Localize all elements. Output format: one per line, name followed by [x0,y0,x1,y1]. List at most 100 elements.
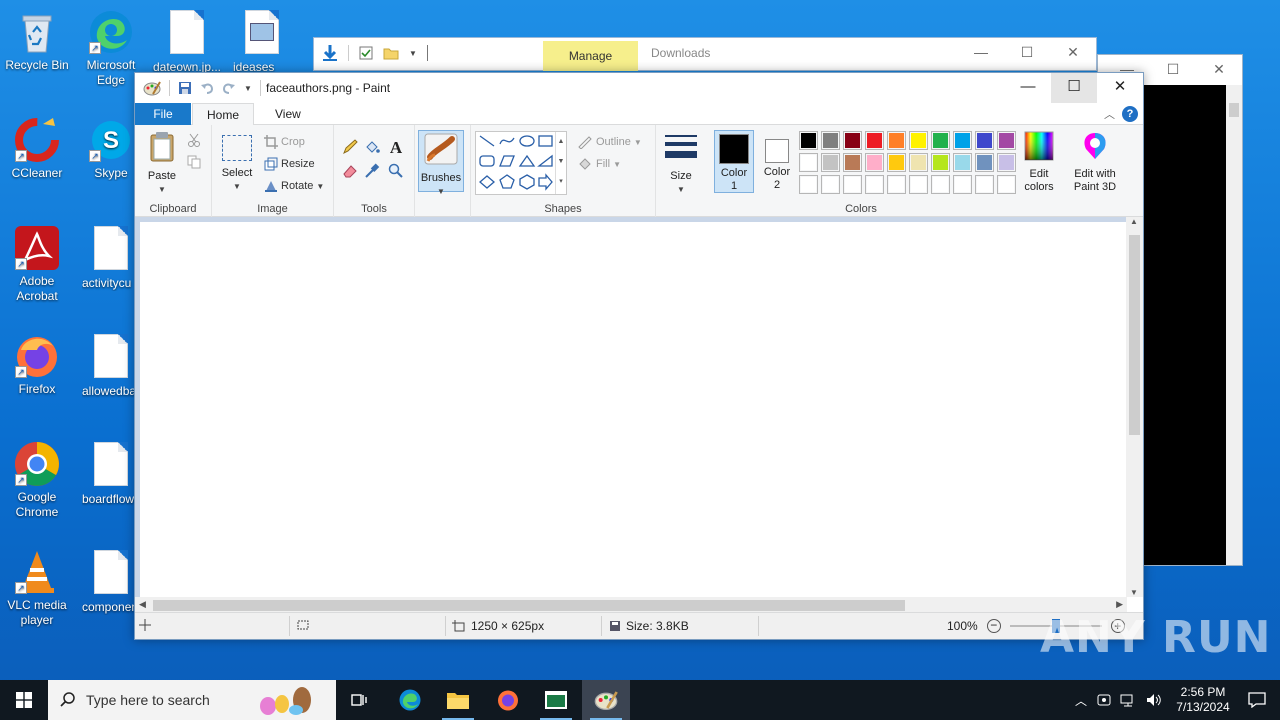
tab-view[interactable]: View [261,103,315,125]
cut-icon[interactable] [187,133,201,147]
palette-color-swatch[interactable] [843,153,862,172]
resize-button[interactable]: Resize [264,157,315,171]
maximize-icon[interactable]: ☐ [1150,55,1196,85]
show-hidden-icons-icon[interactable]: ︿ [1070,692,1092,709]
taskbar-file-explorer[interactable] [434,680,482,720]
vertical-scrollbar[interactable]: ▲ ▼ [1126,217,1143,597]
palette-color-swatch[interactable] [821,175,840,194]
pencil-icon[interactable] [342,139,358,155]
close-icon[interactable]: ✕ [1196,55,1242,85]
properties-icon[interactable] [359,46,373,60]
zoom-out-icon[interactable]: − [986,619,1001,633]
collapse-ribbon-icon[interactable]: ︿ [1104,106,1115,122]
tab-manage[interactable]: Manage [543,41,638,71]
palette-color-swatch[interactable] [865,175,884,194]
adobe-acrobat-icon[interactable]: ↗ Adobe Acrobat [0,224,74,304]
shapes-gallery[interactable]: ▲ ▼ ▾ [475,131,567,195]
edit-paint3d-button[interactable]: Edit with Paint 3D [1069,131,1121,194]
drawing-canvas[interactable] [140,222,1127,597]
start-button[interactable] [0,680,48,720]
image-file-icon[interactable]: ideases [224,8,300,75]
help-icon[interactable]: ? [1122,106,1138,122]
palette-color-swatch[interactable] [865,131,884,150]
text-tool-icon[interactable]: A [388,138,404,156]
crop-button[interactable]: Crop [264,135,305,149]
new-folder-icon[interactable] [383,46,399,60]
close-icon[interactable]: ✕ [1050,38,1096,68]
palette-color-swatch[interactable] [953,153,972,172]
close-button[interactable]: ✕ [1097,73,1143,103]
shapes-scroll[interactable]: ▲ ▼ ▾ [555,132,566,194]
tab-file[interactable]: File [135,103,191,125]
palette-color-swatch[interactable] [887,175,906,194]
scroll-up-icon[interactable]: ▲ [1130,217,1138,226]
scroll-left-icon[interactable]: ◀ [139,599,146,610]
magnifier-icon[interactable] [388,163,404,179]
save-icon[interactable] [178,81,192,95]
paint-app-icon[interactable] [143,80,161,96]
palette-color-swatch[interactable] [799,131,818,150]
palette-color-swatch[interactable] [975,153,994,172]
palette-color-swatch[interactable] [975,175,994,194]
palette-color-swatch[interactable] [931,153,950,172]
undo-icon[interactable] [200,81,214,95]
customize-caret-icon[interactable]: ▼ [409,49,417,58]
palette-color-swatch[interactable] [799,175,818,194]
taskbar-console-app[interactable] [532,680,580,720]
clock[interactable]: 2:56 PM 7/13/2024 [1168,685,1238,715]
palette-color-swatch[interactable] [931,131,950,150]
palette-color-swatch[interactable] [997,131,1016,150]
color-picker-icon[interactable] [364,163,380,179]
title-bar[interactable]: ▼ faceauthors.png - Paint — ☐ ✕ [135,73,1143,103]
paste-button[interactable]: Paste ▼ [143,131,181,196]
color2-button[interactable]: Color 2 [757,130,797,193]
rotate-button[interactable]: Rotate ▼ [264,179,324,193]
vertical-scrollbar[interactable] [1226,85,1242,565]
size-button[interactable]: Size ▼ [660,133,702,196]
security-icon[interactable] [1096,692,1112,708]
scroll-down-icon[interactable]: ▼ [1130,588,1138,597]
recycle-bin-icon[interactable]: Recycle Bin [0,8,74,73]
minimize-icon[interactable]: — [958,38,1004,68]
palette-color-swatch[interactable] [843,175,862,194]
color1-button[interactable]: Color 1 [714,130,754,193]
palette-color-swatch[interactable] [887,153,906,172]
palette-color-swatch[interactable] [931,175,950,194]
palette-color-swatch[interactable] [887,131,906,150]
maximize-button[interactable]: ☐ [1051,73,1097,103]
customize-caret-icon[interactable]: ▼ [244,84,252,93]
network-icon[interactable] [1120,692,1136,708]
notifications-icon[interactable] [1248,692,1266,708]
palette-color-swatch[interactable] [909,153,928,172]
task-view-button[interactable] [336,680,384,720]
palette-color-swatch[interactable] [865,153,884,172]
palette-color-swatch[interactable] [821,131,840,150]
palette-color-swatch[interactable] [953,131,972,150]
google-chrome-icon[interactable]: ↗ Google Chrome [0,440,74,520]
palette-color-swatch[interactable] [843,131,862,150]
file-icon[interactable]: dateown.jp... [150,8,224,75]
copy-icon[interactable] [187,155,201,169]
eraser-icon[interactable] [342,163,358,179]
palette-color-swatch[interactable] [997,153,1016,172]
scroll-right-icon[interactable]: ▶ [1116,599,1123,610]
edit-colors-button[interactable]: Edit colors [1017,131,1061,194]
palette-color-swatch[interactable] [975,131,994,150]
taskbar-paint[interactable] [582,680,630,720]
firefox-icon[interactable]: ↗ Firefox [0,332,74,397]
taskbar-search[interactable]: Type here to search [48,680,336,720]
palette-color-swatch[interactable] [953,175,972,194]
fill-bucket-icon[interactable] [364,139,380,155]
brushes-button[interactable]: Brushes ▼ [418,130,464,196]
file-explorer-window[interactable]: ▼ Manage Downloads — ☐ ✕ [313,37,1097,71]
palette-color-swatch[interactable] [909,175,928,194]
palette-color-swatch[interactable] [909,131,928,150]
redo-icon[interactable] [222,81,236,95]
minimize-button[interactable]: — [1005,73,1051,103]
taskbar-edge[interactable] [386,680,434,720]
palette-color-swatch[interactable] [997,175,1016,194]
tab-home[interactable]: Home [192,103,255,126]
maximize-icon[interactable]: ☐ [1004,38,1050,68]
scrollbar-thumb[interactable] [153,600,905,611]
download-arrow-icon[interactable] [322,44,338,62]
